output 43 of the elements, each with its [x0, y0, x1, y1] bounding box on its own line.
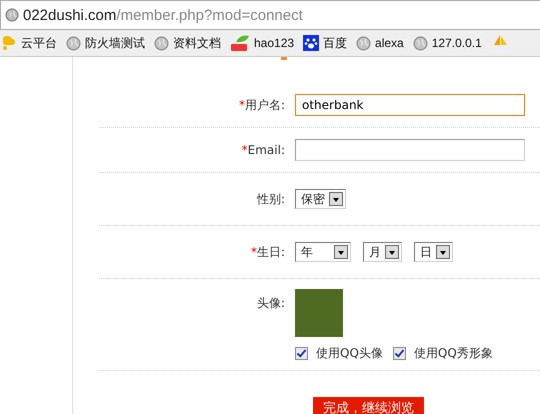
partial-icon [281, 57, 287, 60]
required-mark: * [242, 143, 248, 157]
field-label: 性别: [256, 192, 285, 206]
cloud-icon [1, 35, 17, 51]
bookmark-item[interactable]: 资料文档 [154, 34, 221, 52]
bookmark-item[interactable]: 防火墙测试 [66, 34, 145, 52]
caret-icon [334, 245, 348, 259]
bookmark-item[interactable]: 127.0.0.1 [412, 36, 482, 50]
bookmark-item[interactable]: 百度 [303, 34, 348, 52]
address-bar[interactable]: 022dushi.com/member.php?mod=connect [0, 0, 540, 30]
checkbox-option[interactable]: 使用QQ秀形象 [392, 345, 493, 362]
caret-icon [385, 245, 399, 259]
leaf-logo-icon [230, 34, 250, 52]
sail-logo-icon [490, 34, 509, 52]
photo-placeholder [295, 289, 343, 337]
bookmark-item[interactable]: 云平台 [1, 34, 57, 52]
globe-icon [356, 36, 372, 50]
caret-icon [436, 245, 450, 259]
checkbox-option[interactable]: 使用QQ头像 [295, 345, 383, 362]
checkbox[interactable] [392, 347, 406, 360]
paw-icon [303, 35, 320, 51]
submit-button[interactable]: 完成，继续浏览 [313, 397, 424, 414]
dropdown[interactable]: 日 [414, 242, 453, 262]
field-label: 用户名: [244, 98, 285, 112]
checkbox[interactable] [295, 347, 308, 360]
caret-icon [329, 192, 343, 206]
dropdown[interactable]: 月 [363, 242, 402, 262]
required-mark: * [238, 98, 245, 112]
field-label: 头像: [256, 296, 285, 310]
dropdown[interactable]: 保密 [295, 189, 346, 209]
dropdown[interactable]: 年 [295, 242, 351, 262]
text-field[interactable]: otherbank [295, 94, 525, 116]
globe-icon [412, 36, 428, 50]
bookmark-item[interactable]: hao123 [230, 34, 294, 52]
field-label: Email: [248, 143, 285, 157]
globe-icon [5, 8, 19, 22]
bookmark-item[interactable]: alexa [356, 36, 404, 50]
globe-icon [154, 36, 169, 50]
field-label: 生日: [256, 244, 285, 258]
globe-icon [66, 36, 81, 50]
text-field[interactable] [295, 139, 525, 161]
required-mark: * [250, 244, 257, 258]
url-text: 022dushi.com/member.php?mod=connect [23, 6, 303, 24]
